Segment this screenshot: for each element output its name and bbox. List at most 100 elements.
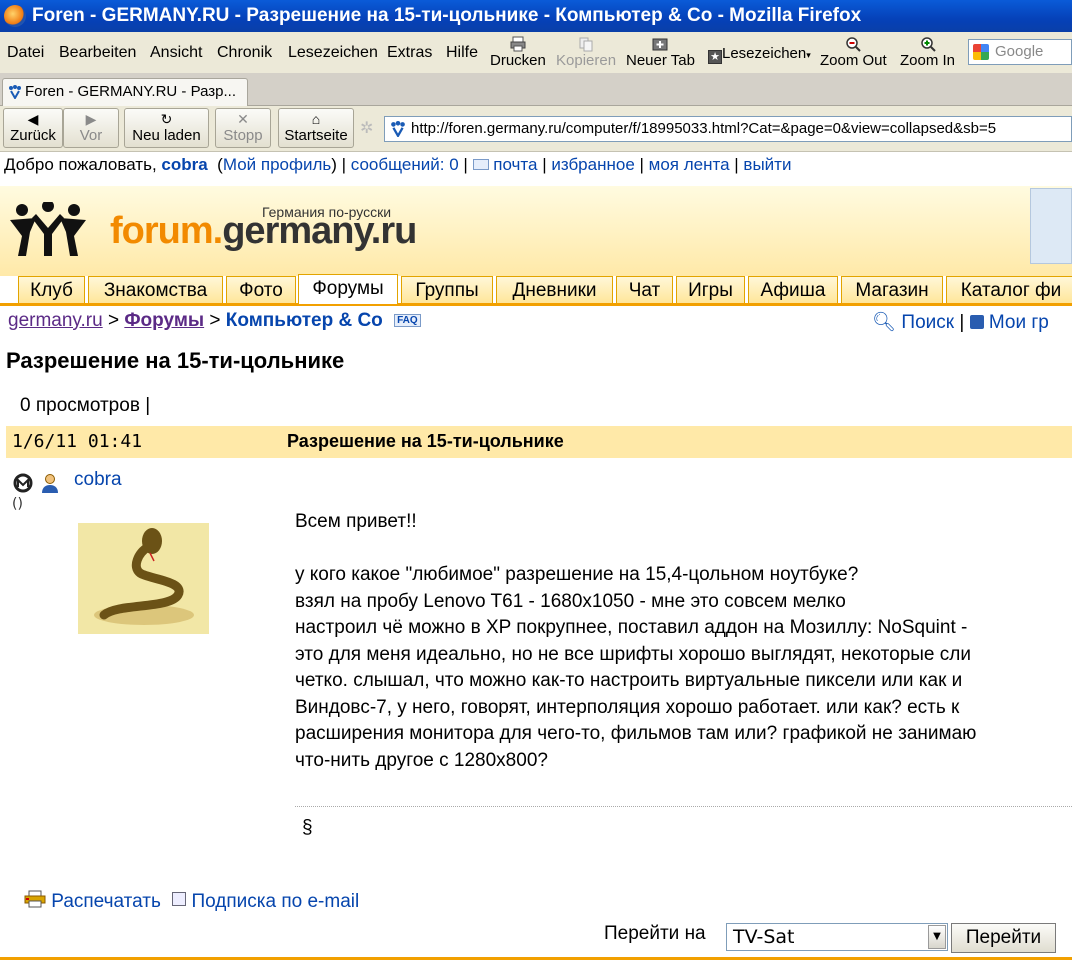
- site-favicon: [9, 85, 21, 99]
- tab-shop[interactable]: Магазин: [841, 276, 943, 303]
- signature: §: [302, 817, 313, 838]
- tab-chat[interactable]: Чат: [616, 276, 673, 303]
- zoom-out-icon: [846, 37, 862, 52]
- feed-link[interactable]: моя лента: [649, 155, 730, 174]
- welcome-greeting: Добро пожаловать,: [4, 155, 157, 174]
- home-button[interactable]: ⌂ Startseite: [278, 108, 354, 148]
- my-groups-link[interactable]: Мои гр: [989, 312, 1049, 333]
- subscribe-link[interactable]: Подписка по e-mail: [191, 891, 359, 912]
- breadcrumb-home[interactable]: germany.ru: [8, 310, 103, 331]
- search-icon: 🔍︎: [872, 312, 897, 333]
- navigation-toolbar: ◀ Zurück ▶ Vor ↻ Neu laden ✕ Stopp ⌂ Sta…: [0, 106, 1072, 152]
- url-bar[interactable]: http://foren.germany.ru/computer/f/18995…: [384, 116, 1072, 142]
- profile-link[interactable]: Мой профиль: [223, 155, 331, 174]
- jump-selected-value: TV-Sat: [733, 926, 795, 948]
- author-name[interactable]: cobra: [74, 469, 122, 491]
- page-title: Разрешение на 15-ти-цольнике: [6, 348, 345, 373]
- site-logo[interactable]: forum.germany.ru: [110, 210, 417, 253]
- new-tab-icon: [652, 38, 668, 51]
- url-text: http://foren.germany.ru/computer/f/18995…: [411, 120, 997, 137]
- menu-hilfe[interactable]: Hilfe: [446, 44, 478, 62]
- throbber-icon: ✲: [360, 120, 374, 137]
- arrow-right-icon: ▶: [85, 111, 97, 127]
- subscribe-checkbox[interactable]: [172, 892, 187, 906]
- reload-button[interactable]: ↻ Neu laden: [124, 108, 209, 148]
- logo-text-domain: germany.ru: [222, 210, 417, 252]
- bookmarks-button[interactable]: ★ Lesezeichen▾: [708, 45, 811, 64]
- tab-groups[interactable]: Группы: [401, 276, 493, 303]
- post-actions: Распечатать Подписка по e-mail: [24, 890, 359, 913]
- favorites-link[interactable]: избранное: [551, 155, 634, 174]
- post-line: [295, 536, 1072, 563]
- home-label: Startseite: [284, 127, 348, 144]
- views-count: 0 просмотров |: [20, 395, 151, 416]
- browser-tab[interactable]: Foren - GERMANY.RU - Разр...: [2, 78, 248, 106]
- back-label: Zurück: [10, 127, 56, 144]
- search-placeholder: Google: [995, 43, 1044, 60]
- user-link[interactable]: cobra: [161, 155, 207, 174]
- printer-icon: [510, 36, 526, 52]
- menu-datei[interactable]: Datei: [7, 44, 44, 62]
- logo-people-icon[interactable]: [8, 202, 102, 256]
- menu-ansicht[interactable]: Ansicht: [150, 44, 202, 62]
- print-label: Drucken: [490, 52, 546, 69]
- print-button[interactable]: Drucken: [490, 36, 546, 69]
- stop-label: Stopp: [223, 127, 263, 144]
- mail-link[interactable]: почта: [493, 155, 537, 174]
- home-icon: ⌂: [311, 111, 321, 127]
- tab-catalog[interactable]: Каталог фи: [946, 276, 1072, 303]
- forward-label: Vor: [79, 127, 103, 144]
- copy-label: Kopieren: [556, 52, 617, 69]
- post-line: расширения монитора для чего-то, фильмов…: [295, 723, 977, 744]
- window-title-bar: Foren - GERMANY.RU - Разрешение на 15-ти…: [0, 0, 1072, 32]
- tab-games[interactable]: Игры: [676, 276, 745, 303]
- forward-button[interactable]: ▶ Vor: [63, 108, 119, 148]
- tab-blogs[interactable]: Дневники: [496, 276, 613, 303]
- breadcrumb-section[interactable]: Компьютер & Co: [226, 310, 383, 331]
- author-icons: [12, 472, 61, 493]
- tab-events[interactable]: Афиша: [748, 276, 838, 303]
- site-favicon: [391, 121, 405, 137]
- printer-icon: [24, 890, 46, 908]
- menu-lesezeichen[interactable]: Lesezeichen: [288, 44, 378, 62]
- forum-jump-select[interactable]: TV-Sat ▼: [726, 923, 948, 951]
- firefox-icon: [4, 5, 26, 27]
- back-button[interactable]: ◀ Zurück: [3, 108, 63, 148]
- post-line: четко. слышал, что можно как-то настроит…: [295, 670, 963, 691]
- page-content: Добро пожаловать, cobra (Мой профиль) | …: [0, 152, 1072, 961]
- bookmarks-label: Lesezeichen: [722, 45, 807, 62]
- stop-button[interactable]: ✕ Stopp: [215, 108, 271, 148]
- jump-label: Перейти на: [604, 923, 706, 944]
- messages-link[interactable]: сообщений: 0: [351, 155, 459, 174]
- tab-photo[interactable]: Фото: [226, 276, 296, 303]
- author-rank: (): [12, 496, 23, 512]
- online-status-icon[interactable]: [12, 473, 34, 493]
- site-nav-tabs: Клуб Знакомства Фото Форумы Группы Дневн…: [0, 274, 1072, 306]
- search-link[interactable]: Поиск: [901, 312, 954, 333]
- post-subject: Разрешение на 15-ти-цольнике: [287, 431, 564, 451]
- zoom-in-button[interactable]: Zoom In: [900, 36, 955, 69]
- tab-club[interactable]: Клуб: [18, 276, 85, 303]
- zoom-out-button[interactable]: Zoom Out: [820, 36, 887, 69]
- faq-badge[interactable]: FAQ: [394, 314, 421, 328]
- tab-dating[interactable]: Знакомства: [88, 276, 223, 303]
- post-line: что-нить другое с 1280x800?: [295, 749, 548, 771]
- keyboard-keys-image: [1030, 188, 1072, 264]
- copy-button[interactable]: Kopieren: [556, 36, 616, 69]
- menu-bearbeiten[interactable]: Bearbeiten: [59, 44, 136, 62]
- mail-icon: [472, 159, 489, 170]
- zoom-in-label: Zoom In: [900, 52, 956, 69]
- jump-button[interactable]: Перейти: [951, 923, 1056, 953]
- stop-icon: ✕: [237, 111, 249, 127]
- menu-extras[interactable]: Extras: [387, 44, 432, 62]
- search-links: 🔍︎ Поиск | Мои гр: [872, 312, 1049, 333]
- logout-link[interactable]: выйти: [743, 155, 791, 174]
- user-profile-icon[interactable]: [39, 473, 61, 493]
- breadcrumb-forums[interactable]: Форумы: [124, 310, 204, 331]
- search-input[interactable]: Google: [968, 39, 1072, 65]
- new-tab-button[interactable]: Neuer Tab: [626, 36, 695, 69]
- tab-label: Foren - GERMANY.RU - Разр...: [25, 83, 236, 100]
- tab-forums[interactable]: Форумы: [298, 274, 398, 304]
- print-link[interactable]: Распечатать: [51, 891, 161, 912]
- menu-chronik[interactable]: Chronik: [217, 44, 272, 62]
